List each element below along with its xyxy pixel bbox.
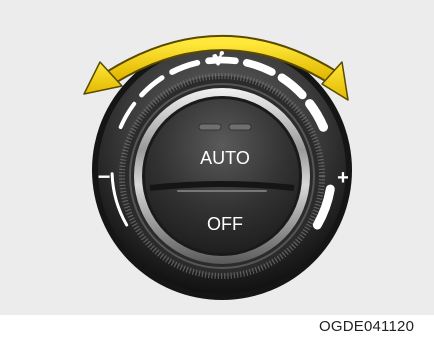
fan-speed-knob-diagram: − + AUTO OFF bbox=[83, 35, 352, 300]
indicator-led-left bbox=[198, 123, 222, 131]
off-button-label: OFF bbox=[207, 214, 243, 234]
indicator-led-right bbox=[228, 123, 252, 131]
auto-button-label: AUTO bbox=[200, 148, 250, 168]
figure-code: OGDE041120 bbox=[319, 318, 415, 335]
decrease-symbol: − bbox=[98, 164, 111, 189]
increase-symbol: + bbox=[337, 167, 349, 189]
speed-segment-4 bbox=[205, 56, 239, 65]
